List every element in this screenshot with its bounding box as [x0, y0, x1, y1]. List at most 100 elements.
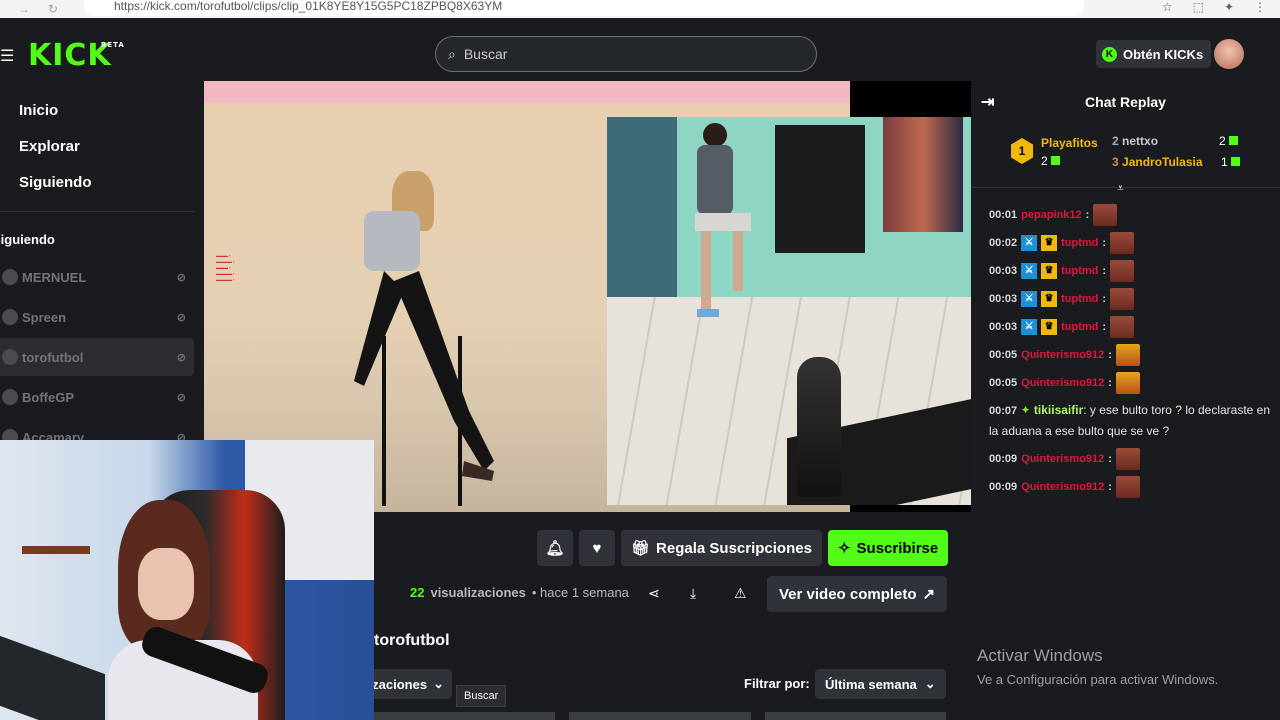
- filter-label: Filtrar por:: [744, 676, 810, 691]
- report-icon[interactable]: ⚠: [734, 585, 747, 602]
- sidebar-item-label: Inicio: [19, 102, 59, 119]
- message-time: 00:07: [989, 405, 1018, 417]
- filter-dropdown-value: Última semana: [825, 676, 917, 692]
- moderator-badge-icon: ⚔: [1021, 319, 1038, 335]
- clip-thumbnail[interactable]: [569, 712, 751, 720]
- bookmark-star-icon[interactable]: ☆: [1162, 0, 1173, 14]
- sidebar-item-inicio[interactable]: Inicio: [0, 102, 58, 119]
- scene-curtain: [607, 117, 677, 317]
- forward-icon[interactable]: →: [18, 2, 30, 16]
- webcam-person: [108, 500, 258, 720]
- chat-message: 00:07 ✦ tikiisaifir: y ese bulto toro ? …: [989, 403, 1271, 438]
- clip-thumbnail[interactable]: [374, 712, 556, 720]
- leaderboard-third[interactable]: 3 JandroTulasia: [1112, 155, 1203, 169]
- leaderboard-second-count: 2: [1219, 134, 1238, 148]
- notifications-button[interactable]: 🔔︎: [537, 530, 573, 566]
- following-heading-text: Siguiendo: [0, 232, 55, 247]
- download-icon[interactable]: ⤓: [690, 585, 696, 602]
- offline-icon: ⊘: [176, 351, 186, 364]
- external-link-icon: ↗: [922, 586, 936, 603]
- full-video-button[interactable]: Ver video completo ↗: [767, 576, 948, 612]
- rank-1-number: 1: [1018, 144, 1026, 158]
- channel-item[interactable]: Spreen ⊘: [0, 298, 194, 336]
- sidebar-item-explorar[interactable]: Explorar: [0, 138, 80, 155]
- extensions-puzzle-icon[interactable]: ✦: [1224, 0, 1234, 14]
- moderator-badge-icon: ⚔: [1021, 235, 1038, 251]
- menu-dots-icon[interactable]: ⋮: [1254, 0, 1266, 14]
- gift-subscriptions-button[interactable]: 🎁︎ Regala Suscripciones: [621, 530, 822, 566]
- share-icon[interactable]: ⋖: [648, 585, 660, 602]
- clip-time: • hace 1 semana: [531, 585, 629, 600]
- sort-dropdown-label: Visualizaciones: [374, 676, 428, 692]
- gift-leaderboard: 1 Playafitos 2 2 nettxo 2 3 JandroTulasi…: [971, 126, 1280, 188]
- emote-icon: [1110, 288, 1135, 310]
- message-username[interactable]: Quinterismo912: [1021, 377, 1104, 389]
- subscriber-badge-icon: ♛: [1041, 263, 1058, 279]
- watermark-subtitle: Ve a Configuración para activar Windows.: [977, 672, 1219, 687]
- message-text: y ese bulto toro ? lo declaraste en la a…: [989, 403, 1271, 438]
- views-count: 22: [410, 585, 425, 600]
- message-username[interactable]: Quinterismo912: [1021, 349, 1104, 361]
- channel-item[interactable]: MERNUEL ⊘: [0, 258, 194, 296]
- chat-title: Chat Replay: [1085, 94, 1166, 110]
- filter-dropdown[interactable]: Última semana ⌄: [815, 669, 946, 699]
- beta-badge: BETA: [101, 41, 125, 49]
- emote-icon: [1115, 476, 1140, 498]
- chevron-down-icon: ⌄: [924, 676, 936, 691]
- hamburger-menu-icon[interactable]: ☰: [0, 46, 14, 66]
- message-username[interactable]: tikiisaifir: [1034, 403, 1083, 417]
- message-time: 00:01: [989, 209, 1018, 221]
- leaderboard-first-name[interactable]: Playafitos: [1041, 136, 1098, 150]
- clips-section-title-text: torofutbol: [374, 632, 450, 649]
- video-inset-scene: [607, 117, 971, 505]
- user-avatar[interactable]: [1214, 39, 1244, 69]
- sidebar-item-siguiendo[interactable]: Siguiendo: [0, 174, 92, 191]
- chevron-down-icon: ⌄: [433, 676, 444, 691]
- windows-activation-watermark: Activar Windows Ve a Configuración para …: [977, 646, 1218, 687]
- views-label: visualizaciones: [430, 585, 526, 600]
- reload-icon[interactable]: ↻: [48, 2, 58, 16]
- message-time: 00:09: [989, 453, 1018, 465]
- subscribe-button[interactable]: ✧ Suscribirse: [827, 530, 949, 566]
- gift-subscriptions-label: Regala Suscripciones: [656, 539, 812, 557]
- message-username[interactable]: tuptmd: [1061, 237, 1098, 249]
- message-username[interactable]: Quinterismo912: [1021, 481, 1104, 493]
- message-time: 00:05: [989, 349, 1018, 361]
- browser-actions: ☆ ⬚ ✦ ⋮: [1162, 0, 1266, 14]
- message-username[interactable]: tuptmd: [1061, 293, 1098, 305]
- tooltip-text: Buscar: [464, 690, 499, 702]
- search-input[interactable]: ⌕ Buscar: [435, 36, 817, 72]
- address-bar[interactable]: https://kick.com/torofutbol/clips/clip_0…: [84, 0, 1084, 16]
- emote-icon: [1093, 204, 1118, 226]
- extension-icon[interactable]: ⬚: [1193, 0, 1204, 14]
- webcam-overlay: [0, 440, 374, 720]
- url-text: https://kick.com/torofutbol/clips/clip_0…: [114, 0, 503, 13]
- channel-item-active[interactable]: torofutbol ⊘: [0, 338, 194, 376]
- scene-poster: [883, 117, 963, 232]
- follow-button[interactable]: ♥: [579, 530, 615, 566]
- chat-message: 00:02 ⚔ ♛ tuptmd:: [989, 232, 1135, 254]
- message-username[interactable]: tuptmd: [1061, 265, 1098, 277]
- clip-meta: 22 visualizaciones • hace 1 semana: [410, 585, 629, 600]
- message-username[interactable]: tuptmd: [1061, 321, 1098, 333]
- leaderboard-second[interactable]: 2 nettxo: [1112, 134, 1158, 148]
- sort-dropdown[interactable]: ⌄ Visualizaciones: [374, 669, 452, 699]
- clip-thumbnail[interactable]: [764, 712, 946, 720]
- message-username[interactable]: Quinterismo912: [1021, 453, 1104, 465]
- expand-leaderboard-icon[interactable]: ⩡: [1117, 181, 1124, 196]
- leaderboard-first-count: 2: [1041, 154, 1060, 168]
- tooltip: Buscar: [456, 685, 507, 707]
- logo-text: KICK: [28, 38, 112, 73]
- leaderboard-third-name: JandroTulasia: [1122, 155, 1203, 169]
- chat-message: 00:05 Quinterismo912:: [989, 372, 1140, 394]
- message-username[interactable]: pepapink12: [1021, 209, 1082, 221]
- get-kicks-button[interactable]: K Obtén KICKs: [1096, 40, 1212, 68]
- channel-item[interactable]: BoffeGP ⊘: [0, 378, 194, 416]
- bell-icon: 🔔︎: [545, 540, 565, 557]
- top-navigation: ☰ KICK BETA ⌕ Buscar K Obtén KICKs: [0, 18, 1280, 80]
- kick-logo[interactable]: KICK BETA: [28, 38, 124, 73]
- scene-microphone: [797, 357, 841, 497]
- webcam-person-face: [138, 548, 194, 620]
- collapse-chat-icon[interactable]: ⇥: [981, 92, 994, 112]
- moderator-badge-icon: ⚔: [1021, 291, 1038, 307]
